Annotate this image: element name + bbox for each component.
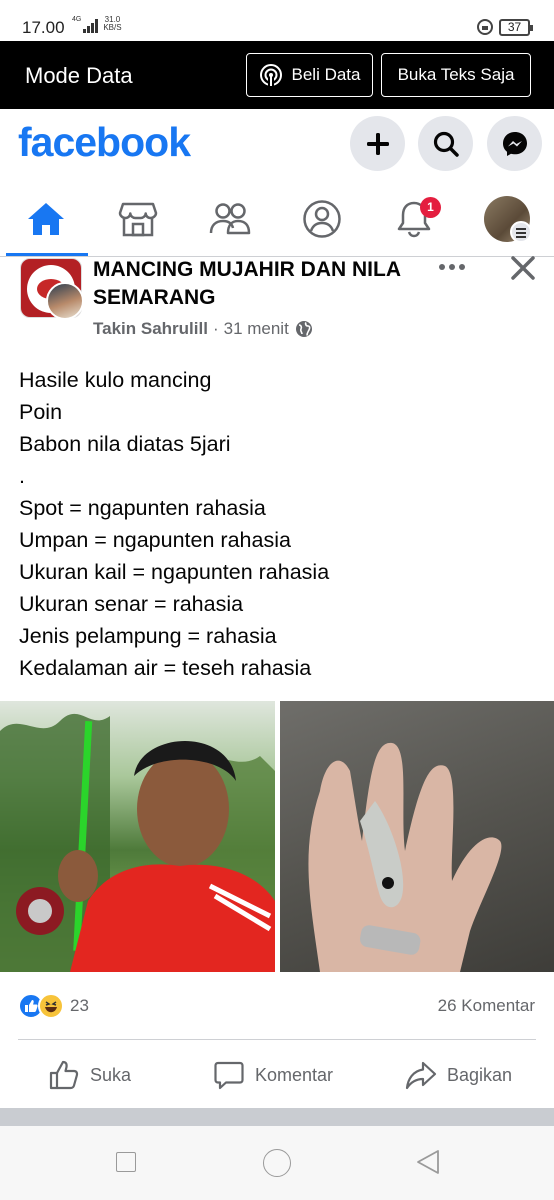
tab-marketplace[interactable] (92, 181, 184, 257)
text-only-button[interactable]: Buka Teks Saja (381, 53, 531, 97)
close-icon[interactable] (510, 256, 536, 280)
post-text-line: Poin (19, 400, 63, 424)
post-text-line: . (19, 464, 25, 488)
data-mode-title: Mode Data (25, 63, 133, 88)
feed-separator (0, 1108, 554, 1126)
signal-icon (83, 19, 99, 33)
plus-icon (366, 132, 389, 155)
text-only-label: Buka Teks Saja (397, 65, 515, 84)
haha-reaction-icon (38, 993, 64, 1019)
share-arrow-icon (405, 1061, 437, 1090)
menu-icon[interactable] (510, 221, 532, 243)
post-text-line: Hasile kulo mancing (19, 368, 212, 392)
rotation-lock-icon (477, 19, 493, 35)
messenger-button[interactable] (487, 116, 542, 171)
marketplace-icon (118, 202, 158, 237)
actions-divider (18, 1039, 536, 1040)
network-indicator: 4G 31.0 KB/S (72, 16, 122, 33)
author-avatar[interactable] (46, 282, 84, 320)
post-photo-fish[interactable] (280, 701, 554, 972)
status-time: 17.00 (22, 18, 65, 37)
post-photo-angler[interactable] (0, 701, 275, 972)
network-speed: 31.0 KB/S (103, 16, 121, 32)
post-text-line: Jenis pelampung = rahasia (19, 624, 277, 648)
post-text-line: Babon nila diatas 5jari (19, 432, 231, 456)
reactions-summary[interactable]: 23 (18, 993, 89, 1019)
tab-groups[interactable] (184, 181, 276, 257)
thumbs-up-icon (49, 1060, 79, 1090)
network-label: 4G (72, 16, 82, 23)
home-nav-icon[interactable] (263, 1149, 291, 1177)
post-text-line: Spot = ngapunten rahasia (19, 496, 266, 520)
tab-bar: 1 (0, 181, 554, 257)
search-icon (433, 131, 459, 157)
back-nav-icon[interactable] (414, 1148, 442, 1176)
notification-badge: 1 (420, 197, 441, 218)
author-name[interactable]: Takin Sahrulill (93, 319, 208, 339)
like-label: Suka (90, 1064, 132, 1085)
app-header: facebook (0, 109, 554, 181)
post-text-line: Ukuran kail = ngapunten rahasia (19, 560, 330, 584)
comment-label: Komentar (255, 1064, 334, 1085)
tab-home[interactable] (0, 181, 92, 257)
create-button[interactable] (350, 116, 405, 171)
post-meta: Takin Sahrulill · 31 menit (93, 319, 313, 339)
reaction-count: 23 (70, 996, 89, 1015)
buy-data-label: Beli Data (291, 65, 361, 84)
like-button[interactable]: Suka (48, 1055, 131, 1095)
speed-unit: KB/S (103, 23, 122, 32)
post-text-line: Umpan = ngapunten rahasia (19, 528, 291, 552)
group-name[interactable]: MANCING MUJAHIR DAN NILA SEMARANG (93, 256, 413, 312)
search-button[interactable] (418, 116, 473, 171)
groups-icon (209, 203, 251, 235)
post-text-line: Kedalaman air = teseh rahasia (19, 656, 312, 680)
battery-icon: 37 (499, 19, 533, 36)
post-avatar[interactable] (20, 258, 84, 320)
recent-apps-icon[interactable] (116, 1152, 136, 1172)
meta-separator: · (212, 319, 219, 338)
data-mode-bar: Mode Data Beli Data Buka Teks Saja (0, 41, 554, 109)
share-button[interactable]: Bagikan (405, 1055, 512, 1095)
facebook-logo[interactable]: facebook (18, 119, 191, 166)
buy-data-button[interactable]: Beli Data (246, 53, 373, 97)
broadcast-icon (259, 64, 282, 86)
tab-notifications[interactable] (368, 181, 460, 257)
globe-icon (295, 321, 312, 337)
tab-profile[interactable] (276, 181, 368, 257)
comment-icon (214, 1061, 244, 1090)
messenger-icon (502, 131, 527, 156)
post-text: Hasile kulo mancing Poin Babon nila diat… (19, 364, 539, 684)
status-bar: 17.00 4G 31.0 KB/S 37 (0, 0, 554, 41)
post-time[interactable]: 31 menit (224, 319, 289, 339)
profile-icon (303, 200, 341, 238)
comment-button[interactable]: Komentar (213, 1055, 333, 1095)
more-options-icon[interactable] (437, 262, 467, 272)
share-label: Bagikan (447, 1064, 513, 1085)
post-text-line: Ukuran senar = rahasia (19, 592, 244, 616)
comment-count[interactable]: 26 Komentar (438, 996, 535, 1016)
home-icon (28, 203, 64, 235)
